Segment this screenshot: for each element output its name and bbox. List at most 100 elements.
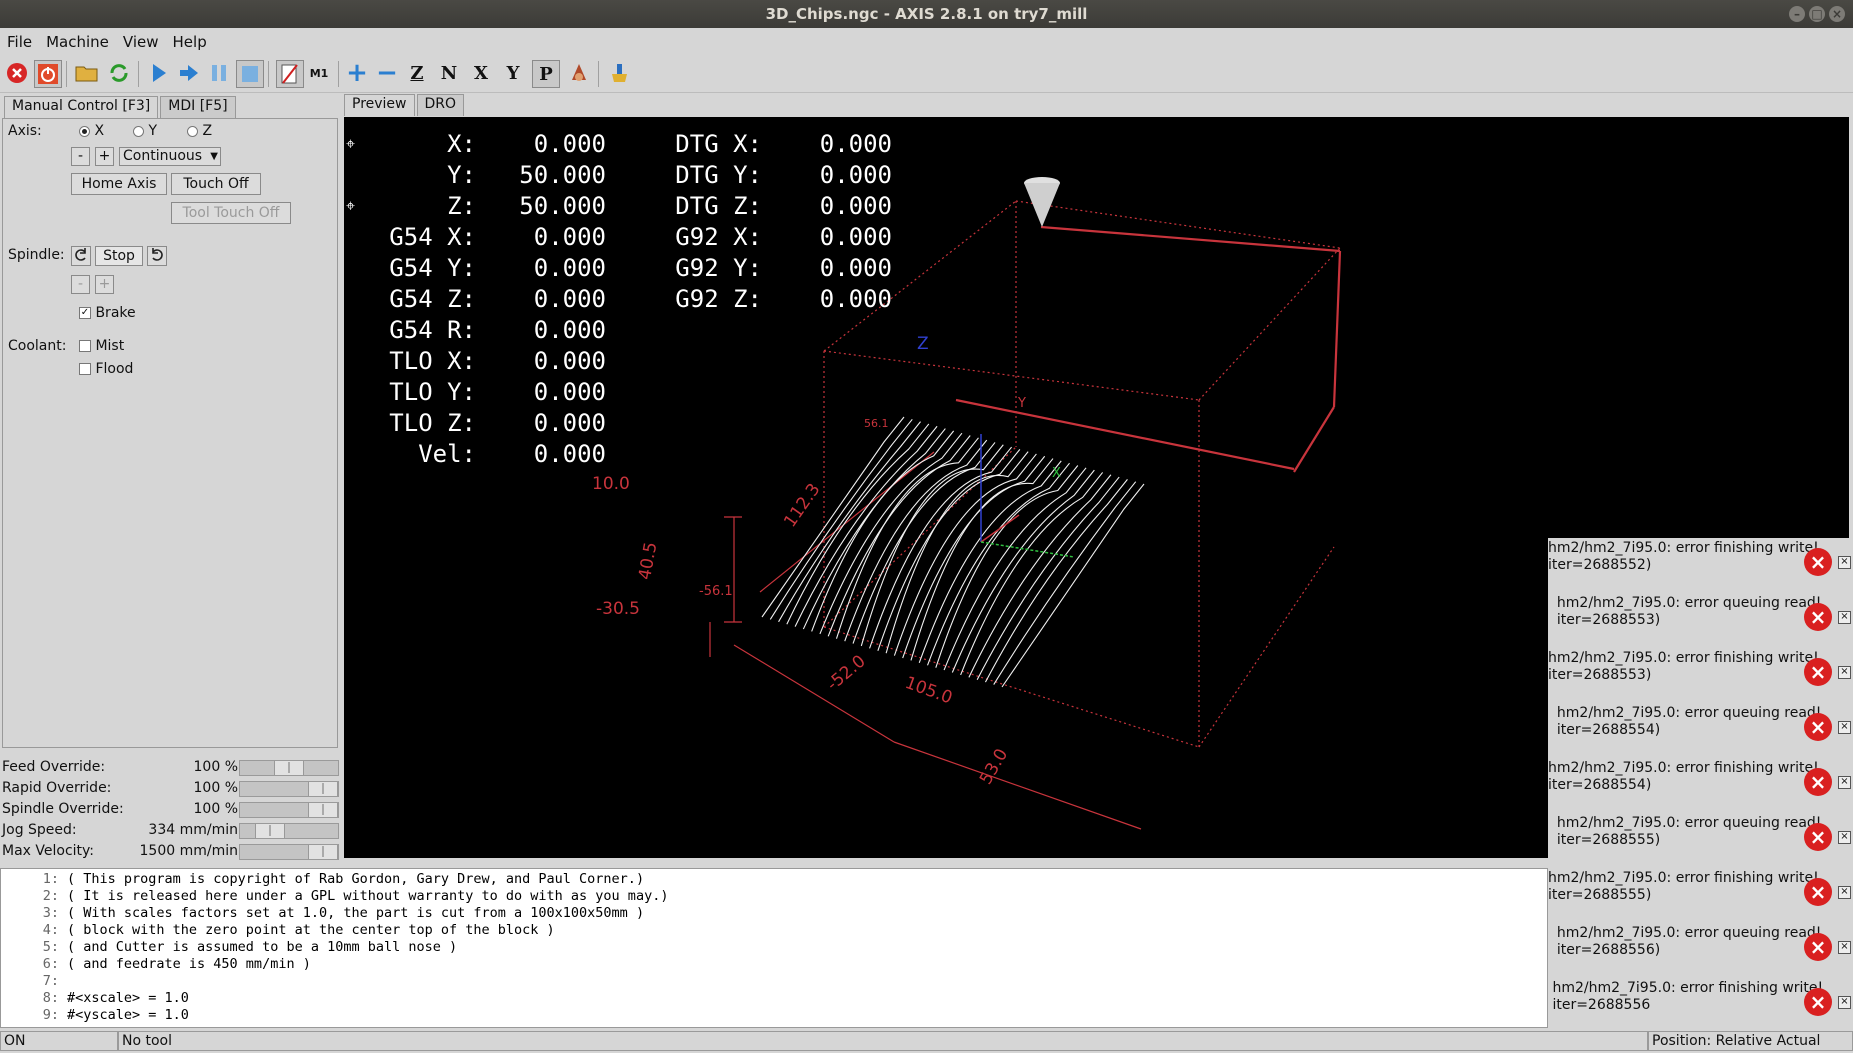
dro-row: G54 Y: 0.000	[374, 253, 606, 284]
spindle-minus-button[interactable]: -	[71, 275, 90, 294]
minimize-icon[interactable]: –	[1789, 6, 1805, 22]
machine-status: ON	[0, 1031, 118, 1051]
max-velocity-label: Max Velocity:	[2, 843, 95, 859]
axis-z-label: Z	[917, 334, 929, 354]
crosshair-icon: ⌖	[346, 196, 355, 215]
dro-row: TLO X: 0.000	[374, 346, 606, 377]
spindle-stop-button[interactable]: Stop	[95, 246, 143, 266]
dro-row: TLO Y: 0.000	[374, 377, 606, 408]
dro-label: G92 X:	[675, 223, 762, 251]
dismiss-icon[interactable]: ×	[1838, 611, 1851, 624]
view-y-icon[interactable]: Y	[500, 60, 526, 86]
line-number: 2:	[42, 888, 59, 904]
dismiss-icon[interactable]: ×	[1838, 721, 1851, 734]
dro-value: 50.000	[519, 161, 606, 189]
menu-file[interactable]: File	[0, 33, 39, 51]
dismiss-icon[interactable]: ×	[1838, 941, 1851, 954]
flood-checkbox[interactable]: Flood	[79, 361, 133, 377]
menu-help[interactable]: Help	[166, 33, 214, 51]
spindle-override-slider[interactable]	[239, 802, 339, 818]
code-line[interactable]: 9: #<yscale> = 1.0	[1, 1007, 189, 1024]
rapid-override-slider[interactable]	[239, 781, 339, 797]
block-delete-icon[interactable]	[276, 60, 304, 88]
axis-radio-x[interactable]: X	[79, 123, 104, 139]
override-sliders: Feed Override: 100 % Rapid Override: 100…	[0, 758, 340, 866]
maximize-icon[interactable]: □	[1809, 6, 1825, 22]
dismiss-icon[interactable]: ×	[1838, 886, 1851, 899]
spindle-forward-icon[interactable]	[147, 246, 167, 266]
dro-value: 0.000	[819, 130, 892, 158]
estop-icon[interactable]	[4, 60, 30, 86]
view-z-label: Z	[410, 62, 424, 84]
zoom-out-icon[interactable]: −	[374, 58, 400, 88]
dro-row: DTG Y: 0.000	[662, 160, 892, 191]
tab-mdi[interactable]: MDI [F5]	[160, 96, 236, 118]
axis-radio-z[interactable]: Z	[187, 123, 212, 139]
code-line[interactable]: 7:	[1, 973, 67, 990]
spindle-reverse-icon[interactable]	[71, 246, 91, 266]
code-line[interactable]: 3: ( With scales factors set at 1.0, the …	[1, 905, 644, 922]
axis-radio-y[interactable]: Y	[133, 123, 157, 139]
code-line[interactable]: 8: #<xscale> = 1.0	[1, 990, 189, 1007]
error-notification: hm2/hm2_7i95.0: error finishing write! it…	[1548, 538, 1853, 593]
spindle-plus-button[interactable]: +	[95, 275, 114, 294]
code-line[interactable]: 4: ( block with the zero point at the cen…	[1, 922, 555, 939]
view-z2-icon[interactable]: N	[436, 60, 462, 86]
jog-plus-button[interactable]: +	[95, 147, 114, 166]
menu-view[interactable]: View	[116, 33, 166, 51]
dro-value: 0.000	[819, 161, 892, 189]
run-icon[interactable]	[146, 60, 172, 86]
notification-line: iter=2688554)	[1548, 722, 1661, 738]
feed-override-slider[interactable]	[239, 760, 339, 776]
view-x-icon[interactable]: X	[468, 60, 494, 86]
tab-dro[interactable]: DRO	[416, 94, 465, 116]
crosshair-icon: ⌖	[346, 134, 355, 153]
dismiss-icon[interactable]: ×	[1838, 996, 1851, 1009]
power-icon[interactable]	[34, 60, 62, 88]
mist-checkbox[interactable]: Mist	[79, 338, 124, 354]
view-p-icon[interactable]: P	[532, 60, 560, 88]
max-velocity-slider[interactable]	[239, 844, 339, 860]
notification-line: iter=2688552)	[1548, 557, 1652, 573]
notification-message: hm2/hm2_7i95.0: error queuing read! iter…	[1548, 925, 1822, 959]
error-notification: hm2/hm2_7i95.0: error finishing write! it…	[1548, 758, 1853, 813]
stop-icon[interactable]	[236, 60, 264, 88]
dismiss-icon[interactable]: ×	[1838, 666, 1851, 679]
rotate-icon[interactable]	[566, 60, 592, 86]
notification-line: hm2/hm2_7i95.0: error finishing write!	[1548, 540, 1819, 556]
code-line[interactable]: 2: ( It is released here under a GPL with…	[1, 888, 669, 905]
dismiss-icon[interactable]: ×	[1838, 776, 1851, 789]
reload-icon[interactable]	[106, 60, 132, 86]
tab-preview[interactable]: Preview	[344, 94, 415, 116]
open-file-icon[interactable]	[74, 60, 100, 86]
brake-checkbox[interactable]: ✓ Brake	[79, 305, 136, 321]
line-number: 1:	[42, 871, 59, 887]
optional-stop-icon[interactable]: M1	[306, 60, 332, 86]
touch-off-button[interactable]: Touch Off	[171, 173, 261, 195]
home-axis-button[interactable]: Home Axis	[71, 173, 167, 195]
tool-touch-off-button[interactable]: Tool Touch Off	[171, 202, 291, 224]
view-z-icon[interactable]: Z	[404, 60, 430, 86]
step-icon[interactable]	[176, 60, 202, 86]
coolant-label: Coolant:	[8, 338, 67, 354]
gcode-viewer[interactable]: 1: ( This program is copyright of Rab Gor…	[0, 868, 1548, 1028]
dismiss-icon[interactable]: ×	[1838, 556, 1851, 569]
pause-icon[interactable]	[206, 60, 232, 86]
error-icon: ×	[1804, 658, 1832, 686]
code-line[interactable]: 1: ( This program is copyright of Rab Gor…	[1, 871, 644, 888]
close-icon[interactable]: ×	[1829, 6, 1845, 22]
dismiss-icon[interactable]: ×	[1838, 831, 1851, 844]
code-line[interactable]: 6: ( and feedrate is 450 mm/min )	[1, 956, 311, 973]
jog-mode-select[interactable]: Continuous ▼	[119, 147, 221, 166]
radio-x-icon	[79, 125, 90, 137]
x-len-label: 105.0	[902, 673, 955, 708]
jog-speed-slider[interactable]	[239, 823, 339, 839]
clear-live-plot-icon[interactable]	[606, 60, 632, 86]
tab-manual-control[interactable]: Manual Control [F3]	[4, 96, 159, 118]
dro-value: 50.000	[519, 192, 606, 220]
jog-minus-button[interactable]: -	[71, 147, 90, 166]
zoom-in-icon[interactable]: +	[344, 58, 370, 88]
code-line[interactable]: 5: ( and Cutter is assumed to be a 10mm b…	[1, 939, 457, 956]
menu-machine[interactable]: Machine	[39, 33, 116, 51]
dro-row: TLO Z: 0.000	[374, 408, 606, 439]
